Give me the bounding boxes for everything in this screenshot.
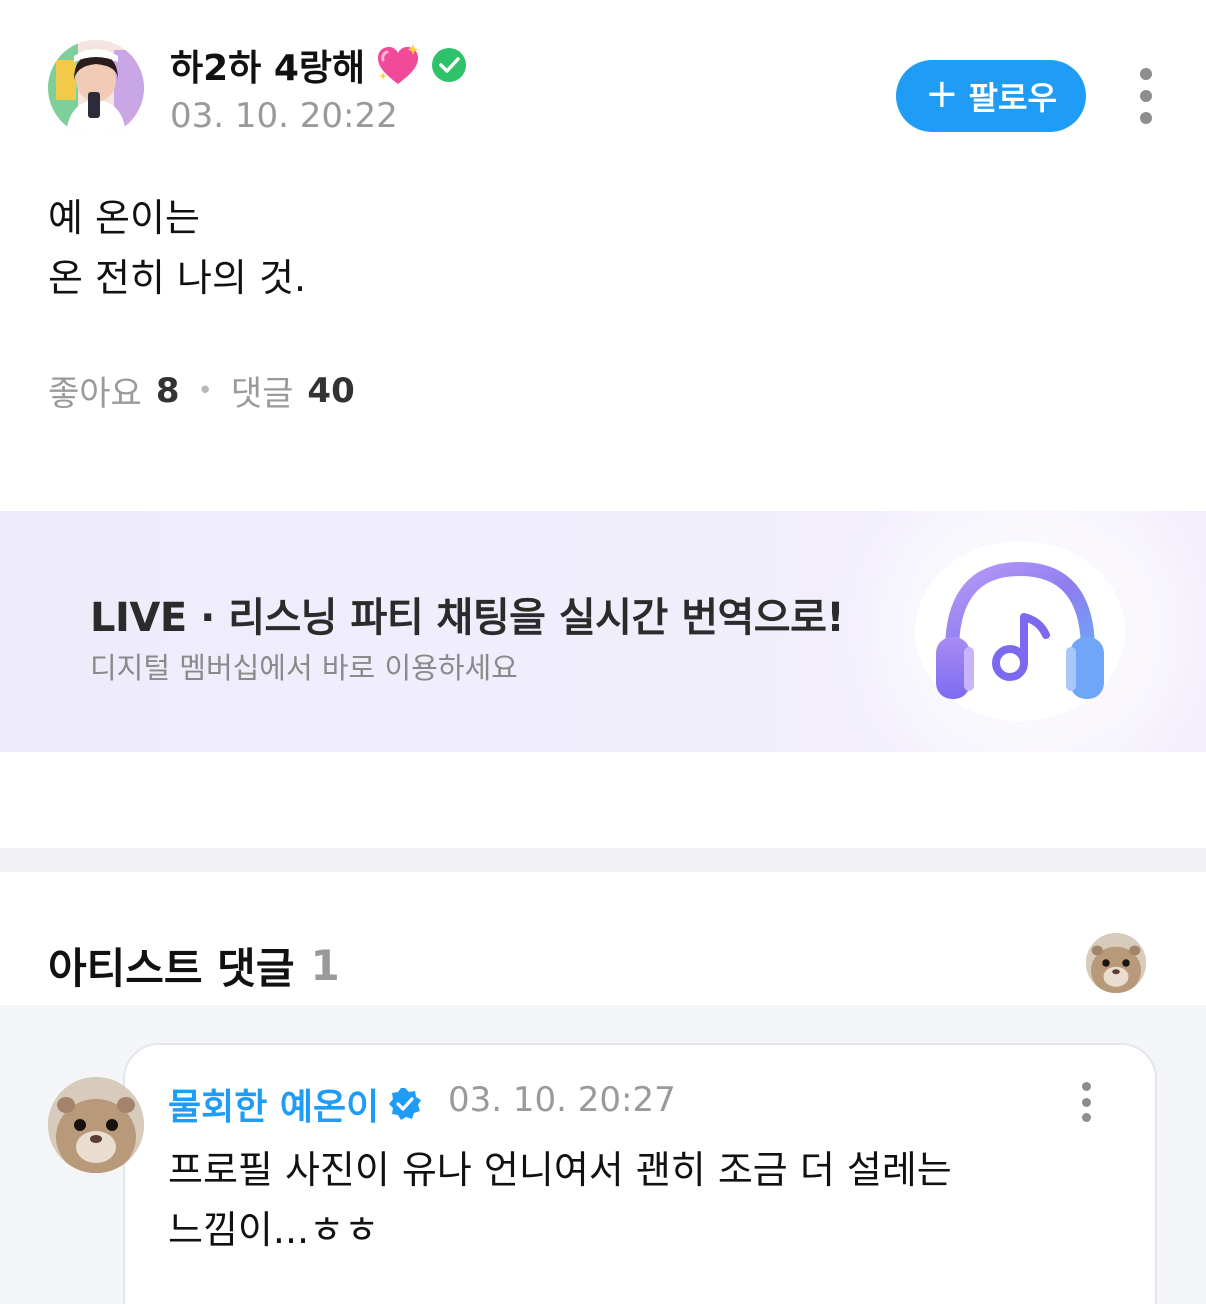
comment-timestamp: 03. 10. 20:27 xyxy=(448,1080,676,1120)
post-body: 예 온이는 온 전히 나의 것. xyxy=(48,188,1148,308)
post-text-line: 온 전히 나의 것. xyxy=(48,256,307,300)
promo-banner[interactable]: LIVE · 리스닝 파티 채팅을 실시간 번역으로! 디지털 멤버십에서 바로… xyxy=(0,511,1206,752)
comment-text-line: 프로필 사진이 유나 언니여서 괜히 조금 더 설레는 xyxy=(168,1148,952,1192)
post-stats: 좋아요 8 • 댓글 40 xyxy=(48,366,355,415)
comment-text: 프로필 사진이 유나 언니여서 괜히 조금 더 설레는 느낌이...ㅎㅎ xyxy=(168,1140,1128,1260)
post-text-line: 예 온이는 xyxy=(48,196,200,240)
post-detail-page: 하2하 4랑해 03. 10. 20:22 + 팔로우 예 온이는 온 전히 나… xyxy=(0,0,1206,1304)
author-name[interactable]: 하2하 4랑해 xyxy=(170,39,365,91)
artist-comments-title: 아티스트 댓글 1 xyxy=(48,935,340,996)
separator-dot: • xyxy=(197,375,213,406)
comments-label[interactable]: 댓글 xyxy=(231,366,294,415)
plus-icon: + xyxy=(925,71,959,117)
verified-badge-icon xyxy=(387,1086,423,1122)
commenter-avatar[interactable] xyxy=(48,1077,144,1173)
author-name-row[interactable]: 하2하 4랑해 xyxy=(170,39,467,91)
commenter-name[interactable]: 물회한 예온이 xyxy=(168,1078,379,1130)
section-divider xyxy=(0,848,1206,872)
headphones-music-icon xyxy=(930,551,1110,711)
banner-title: LIVE · 리스닝 파티 채팅을 실시간 번역으로! xyxy=(90,595,845,641)
comment-more-icon[interactable] xyxy=(1074,1082,1098,1122)
artist-comments-count: 1 xyxy=(310,941,340,990)
more-options-icon[interactable] xyxy=(1128,64,1164,128)
post-header: 하2하 4랑해 03. 10. 20:22 + 팔로우 xyxy=(48,40,1158,140)
sparkling-heart-icon xyxy=(375,42,421,88)
follow-label: 팔로우 xyxy=(968,79,1057,117)
check-badge-icon xyxy=(431,47,467,83)
likes-count[interactable]: 8 xyxy=(156,371,180,411)
comments-count[interactable]: 40 xyxy=(307,371,354,411)
follow-button[interactable]: + 팔로우 xyxy=(896,60,1086,132)
banner-subtitle: 디지털 멤버십에서 바로 이용하세요 xyxy=(90,651,518,685)
comment-text-line: 느낌이...ㅎㅎ xyxy=(168,1208,380,1252)
likes-label[interactable]: 좋아요 xyxy=(48,366,142,415)
post-timestamp: 03. 10. 20:22 xyxy=(170,96,398,136)
commenter-name-row[interactable]: 물회한 예온이 xyxy=(168,1078,423,1130)
artist-avatar[interactable] xyxy=(1086,933,1146,993)
artist-comments-label: 아티스트 댓글 xyxy=(48,944,295,993)
author-avatar[interactable] xyxy=(48,40,144,136)
